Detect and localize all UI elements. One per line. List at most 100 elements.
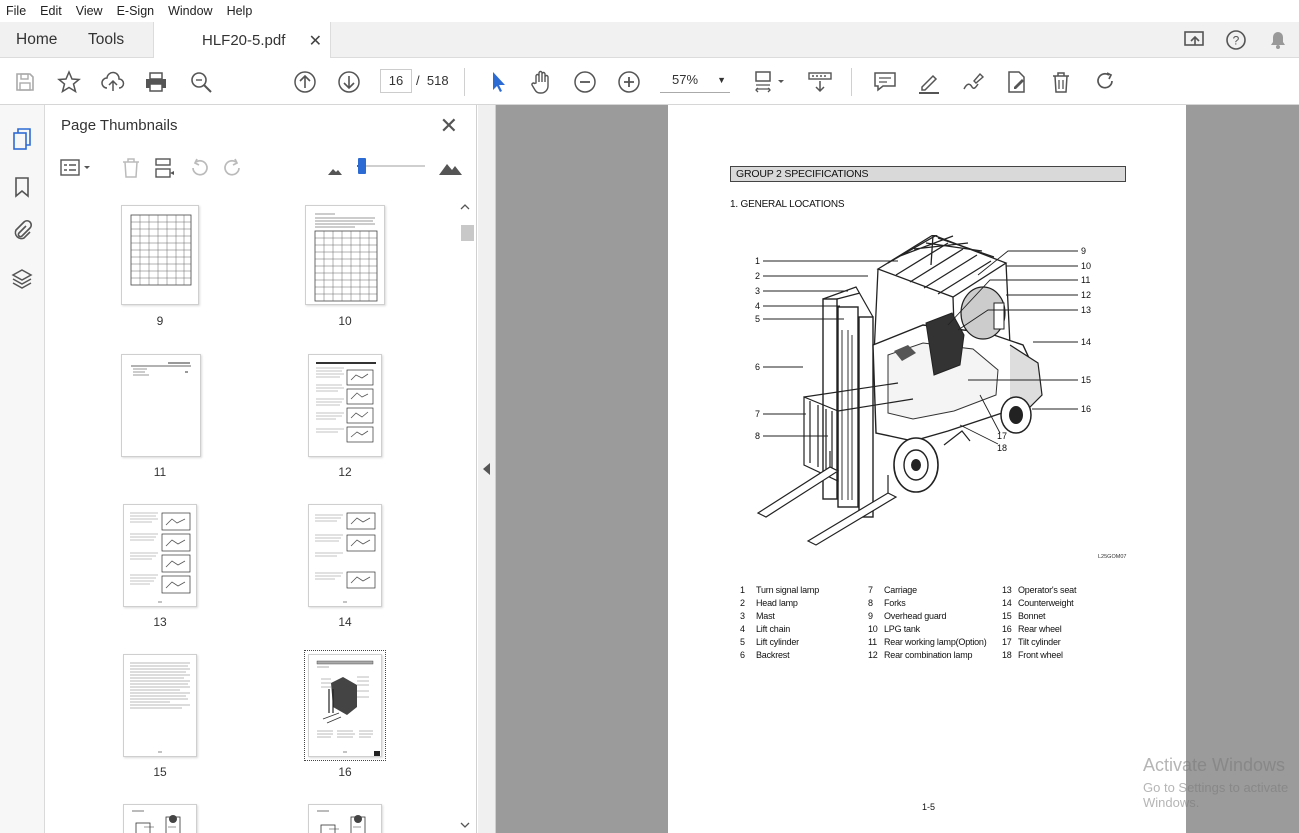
callout-13: 13 <box>1081 305 1091 315</box>
legend-item: 9 Overhead guard <box>868 611 947 621</box>
thumbnail-label: 16 <box>338 765 352 779</box>
callout-4: 4 <box>755 301 760 311</box>
page-fit-icon[interactable] <box>752 69 788 95</box>
legend-item: 13 Operator's seat <box>1002 585 1077 595</box>
panel-collapse-handle[interactable] <box>478 105 496 833</box>
scroll-mode-icon[interactable] <box>806 69 834 95</box>
rotate-left-icon[interactable] <box>187 157 211 179</box>
menu-esign[interactable]: E-Sign <box>111 4 163 18</box>
callout-11: 11 <box>1081 275 1090 285</box>
comment-icon[interactable] <box>872 69 898 95</box>
menu-help[interactable]: Help <box>221 4 261 18</box>
callout-5: 5 <box>755 314 760 324</box>
close-panel-icon[interactable]: ✕ <box>440 113 458 139</box>
page-thumbnails-icon[interactable] <box>10 127 34 151</box>
thumbnail-options-icon[interactable] <box>59 157 95 179</box>
draw-signature-icon[interactable] <box>960 69 986 95</box>
menu-window[interactable]: Window <box>162 4 220 18</box>
highlight-pen-icon[interactable] <box>916 69 942 95</box>
next-page-icon[interactable] <box>336 69 362 95</box>
thumbnail-page-11[interactable] <box>121 354 201 457</box>
print-icon[interactable] <box>143 69 169 95</box>
thumbnail-page-12[interactable] <box>308 354 382 457</box>
thumbnail-page-14[interactable] <box>308 504 382 607</box>
toolbar-divider <box>464 68 465 96</box>
delete-page-icon[interactable] <box>119 157 143 179</box>
upload-cloud-icon[interactable] <box>100 69 126 95</box>
close-tab-icon[interactable]: ✕ <box>309 31 322 51</box>
layers-icon[interactable] <box>10 267 34 291</box>
menu-file[interactable]: File <box>0 4 34 18</box>
scrollbar-thumb[interactable] <box>461 225 474 241</box>
callout-15: 15 <box>1081 375 1091 385</box>
section-heading: 1. GENERAL LOCATIONS <box>730 199 845 210</box>
pdf-page: GROUP 2 SPECIFICATIONS 1. GENERAL LOCATI… <box>668 105 1186 833</box>
bookmark-icon[interactable] <box>10 175 34 199</box>
zoom-in-icon[interactable] <box>616 69 642 95</box>
rotate-right-icon[interactable] <box>221 157 245 179</box>
thumbnail-page-18[interactable] <box>308 804 382 833</box>
search-zoom-icon[interactable] <box>188 69 214 95</box>
activation-watermark-title: Activate Windows <box>1143 755 1286 775</box>
attachment-paperclip-icon[interactable] <box>10 219 34 243</box>
share-screen-icon[interactable] <box>1183 29 1207 51</box>
main-toolbar: 16 / 518 57% ▼ <box>0 58 1299 105</box>
thumbnail-label: 15 <box>153 765 167 779</box>
left-navigation-pane <box>0 105 45 833</box>
callout-16: 16 <box>1081 404 1091 414</box>
insert-page-icon[interactable] <box>153 157 177 179</box>
select-cursor-icon[interactable] <box>485 69 511 95</box>
menu-edit[interactable]: Edit <box>34 4 70 18</box>
legend-item: 12 Rear combination lamp <box>868 650 973 660</box>
callout-17: 17 <box>997 431 1007 441</box>
save-icon[interactable] <box>12 69 38 95</box>
tab-document[interactable]: HLF20-5.pdf ✕ <box>153 22 331 59</box>
page-number-input[interactable]: 16 <box>380 69 412 93</box>
help-icon[interactable]: ? <box>1225 29 1249 51</box>
tab-document-label: HLF20-5.pdf <box>202 32 286 49</box>
callout-14: 14 <box>1081 337 1091 347</box>
legend-item: 7 Carriage <box>868 585 917 595</box>
thumbnail-page-17[interactable] <box>123 804 197 833</box>
thumbnail-page-16[interactable] <box>304 650 386 761</box>
thumbnail-page-15[interactable] <box>123 654 197 757</box>
callout-3: 3 <box>755 286 760 296</box>
legend-item: 1 Turn signal lamp <box>740 585 819 595</box>
legend-item: 4 Lift chain <box>740 624 791 634</box>
callout-12: 12 <box>1081 290 1091 300</box>
legend-item: 14 Counterweight <box>1002 598 1074 608</box>
large-thumbnail-icon[interactable] <box>437 157 465 179</box>
star-bookmark-icon[interactable] <box>56 69 82 95</box>
tab-tools[interactable]: Tools <box>88 22 124 58</box>
thumbnail-label: 10 <box>338 314 352 328</box>
thumbnail-page-13[interactable] <box>123 504 197 607</box>
thumbnail-scrollbar[interactable] <box>458 199 474 833</box>
delete-trash-icon[interactable] <box>1048 69 1074 95</box>
notification-bell-icon[interactable] <box>1266 29 1290 51</box>
zoom-level-select[interactable]: 57% ▼ <box>660 69 730 93</box>
legend-item: 16 Rear wheel <box>1002 624 1062 634</box>
group-heading: GROUP 2 SPECIFICATIONS <box>730 166 1126 182</box>
thumbnail-size-slider-track[interactable] <box>363 165 425 167</box>
callout-2: 2 <box>755 271 760 281</box>
fill-sign-icon[interactable] <box>1004 69 1030 95</box>
legend-item: 2 Head lamp <box>740 598 798 608</box>
thumbnail-page-9[interactable] <box>121 205 199 305</box>
hand-pan-icon[interactable] <box>528 69 554 95</box>
chevron-down-icon: ▼ <box>717 75 726 85</box>
rotate-redo-icon[interactable] <box>1092 69 1118 95</box>
previous-page-icon[interactable] <box>292 69 318 95</box>
tab-home[interactable]: Home <box>16 22 57 58</box>
menu-view[interactable]: View <box>70 4 111 18</box>
thumbnail-label: 9 <box>156 314 164 328</box>
collapse-left-icon <box>483 463 490 475</box>
thumbnail-size-slider-handle[interactable] <box>358 158 366 174</box>
menu-bar: File Edit View E-Sign Window Help <box>0 0 1299 22</box>
thumbnail-label: 11 <box>153 465 167 479</box>
small-thumbnail-icon[interactable] <box>324 157 348 179</box>
zoom-out-icon[interactable] <box>572 69 598 95</box>
thumbnail-page-10[interactable] <box>305 205 385 305</box>
legend-item: 6 Backrest <box>740 650 790 660</box>
legend-item: 5 Lift cylinder <box>740 637 799 647</box>
legend-item: 18 Front wheel <box>1002 650 1063 660</box>
